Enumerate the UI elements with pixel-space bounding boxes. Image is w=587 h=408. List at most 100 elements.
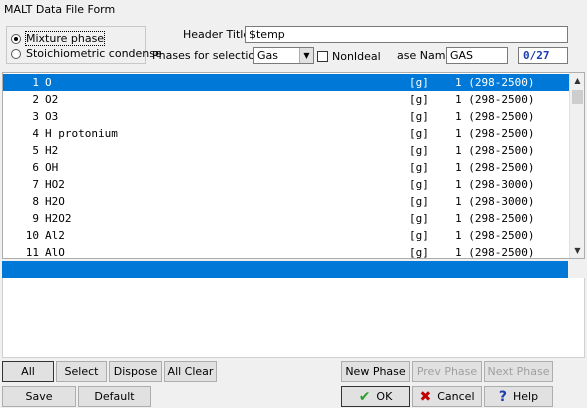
new-phase-button[interactable]: New Phase: [341, 361, 410, 382]
select-button[interactable]: Select: [56, 361, 107, 382]
cancel-button[interactable]: ✖ Cancel: [412, 386, 482, 407]
species-temp-range: 1 (298-3000): [455, 178, 535, 191]
dispose-button[interactable]: Dispose: [109, 361, 162, 382]
mixture-phase-label: Mixture phase: [24, 31, 106, 46]
next-phase-button[interactable]: Next Phase: [484, 361, 553, 382]
list-item[interactable]: 4 H protonium [g] 1 (298-2500): [3, 125, 571, 142]
species-temp-range: 1 (298-2500): [455, 212, 535, 225]
list-item[interactable]: 7 HO2 [g] 1 (298-3000): [3, 176, 571, 193]
species-temp-range: 1 (298-2500): [455, 76, 535, 89]
help-button[interactable]: ? Help: [484, 386, 553, 407]
species-temp-range: 1 (298-2500): [455, 144, 535, 157]
species-number: 11: [25, 246, 39, 259]
scroll-thumb[interactable]: [572, 90, 583, 104]
species-number: 10: [25, 229, 39, 242]
header-title-label: Header Title: [183, 28, 251, 41]
phase-name-input[interactable]: GAS: [446, 47, 508, 64]
scroll-up-icon[interactable]: ▲: [570, 73, 584, 88]
close-icon: ✖: [419, 388, 432, 405]
scroll-down-icon[interactable]: ▼: [570, 243, 584, 258]
header-title-input[interactable]: $temp: [245, 26, 568, 43]
phases-select-value: Gas: [257, 49, 278, 62]
stoichiometric-condense-label: Stoichiometric condense: [26, 47, 162, 60]
species-state: [g]: [409, 127, 429, 140]
selected-detail-bar[interactable]: [2, 261, 568, 278]
help-label: Help: [513, 390, 539, 403]
species-temp-range: 1 (298-2500): [455, 161, 535, 174]
radio-mixture-phase[interactable]: Mixture phase: [11, 31, 106, 46]
species-name: Al2: [45, 229, 65, 242]
prev-phase-button[interactable]: Prev Phase: [412, 361, 482, 382]
species-state: [g]: [409, 229, 429, 242]
vertical-scrollbar[interactable]: ▲ ▼: [569, 73, 584, 258]
species-name: OH: [45, 161, 59, 174]
species-state: [g]: [409, 161, 429, 174]
radio-stoichiometric-condense[interactable]: Stoichiometric condense: [11, 47, 162, 60]
species-name: AlO: [45, 246, 65, 259]
list-item[interactable]: 8 H2O [g] 1 (298-3000): [3, 193, 571, 210]
species-state: [g]: [409, 110, 429, 123]
save-button[interactable]: Save: [2, 386, 76, 407]
default-button[interactable]: Default: [78, 386, 151, 407]
checkmark-icon: ✔: [358, 388, 371, 405]
list-item[interactable]: 2 O2 [g] 1 (298-2500): [3, 91, 571, 108]
species-name: H2O: [45, 195, 65, 208]
species-state: [g]: [409, 246, 429, 259]
list-item[interactable]: 5 H2 [g] 1 (298-2500): [3, 142, 571, 159]
species-list[interactable]: 1 O [g] 1 (298-2500) 2 O2 [g] 1 (298-2500) 3 O3 [g…: [2, 72, 585, 259]
species-number: 4: [32, 127, 39, 140]
species-number: 3: [32, 110, 39, 123]
nonideal-label: NonIdeal: [332, 50, 381, 63]
species-state: [g]: [409, 178, 429, 191]
list-item[interactable]: 6 OH [g] 1 (298-2500): [3, 159, 571, 176]
detail-area[interactable]: [2, 278, 585, 358]
species-temp-range: 1 (298-2500): [455, 246, 535, 259]
species-state: [g]: [409, 195, 429, 208]
species-temp-range: 1 (298-2500): [455, 127, 535, 140]
phase-name-label: ase Name: [397, 49, 453, 62]
nonideal-checkbox-row[interactable]: NonIdeal: [317, 50, 381, 63]
list-item[interactable]: 1 O [g] 1 (298-2500): [3, 74, 571, 91]
list-item[interactable]: 3 O3 [g] 1 (298-2500): [3, 108, 571, 125]
species-name: O3: [45, 110, 59, 123]
species-number: 5: [32, 144, 39, 157]
list-item[interactable]: 9 H2O2 [g] 1 (298-2500): [3, 210, 571, 227]
radio-button-checked[interactable]: [11, 33, 21, 44]
species-state: [g]: [409, 144, 429, 157]
species-state: [g]: [409, 93, 429, 106]
help-icon: ?: [498, 388, 508, 405]
species-name: HO2: [45, 178, 65, 191]
ok-label: OK: [376, 390, 393, 403]
species-name: O2: [45, 93, 59, 106]
ok-button[interactable]: ✔ OK: [341, 386, 410, 407]
species-name: H protonium: [45, 127, 118, 140]
species-name: H2O2: [45, 212, 72, 225]
species-number: 9: [32, 212, 39, 225]
cancel-label: Cancel: [437, 390, 475, 403]
species-name: H2: [45, 144, 59, 157]
window-title: MALT Data File Form: [4, 3, 116, 16]
all-clear-button[interactable]: All Clear: [164, 361, 217, 382]
species-temp-range: 1 (298-3000): [455, 195, 535, 208]
species-name: O: [45, 76, 52, 89]
phases-select[interactable]: Gas ▼: [253, 47, 314, 64]
list-item[interactable]: 10 Al2 [g] 1 (298-2500): [3, 227, 571, 244]
species-number: 1: [32, 76, 39, 89]
radio-button-unchecked[interactable]: [11, 48, 21, 59]
species-number: 2: [32, 93, 39, 106]
species-temp-range: 1 (298-2500): [455, 93, 535, 106]
species-temp-range: 1 (298-2500): [455, 110, 535, 123]
phases-for-selection-label: Phases for selection: [152, 49, 263, 62]
phase-type-group: Mixture phase Stoichiometric condense: [6, 26, 162, 64]
chevron-down-icon[interactable]: ▼: [299, 48, 313, 63]
nonideal-checkbox[interactable]: [317, 51, 328, 62]
species-state: [g]: [409, 212, 429, 225]
all-button[interactable]: All: [2, 361, 54, 382]
selection-count: 0/27: [518, 47, 568, 64]
species-temp-range: 1 (298-2500): [455, 229, 535, 242]
species-number: 6: [32, 161, 39, 174]
list-item[interactable]: 11 AlO [g] 1 (298-2500): [3, 244, 571, 259]
species-state: [g]: [409, 76, 429, 89]
species-number: 7: [32, 178, 39, 191]
species-number: 8: [32, 195, 39, 208]
